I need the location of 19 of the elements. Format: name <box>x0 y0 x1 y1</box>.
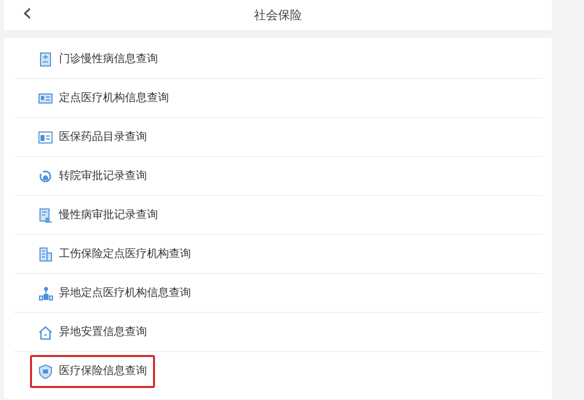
document-icon <box>38 52 53 66</box>
menu-item[interactable]: 转院审批记录查询 <box>30 160 155 192</box>
menu-item[interactable]: 异地安置信息查询 <box>30 316 155 348</box>
refresh-icon <box>38 168 53 184</box>
shield-icon <box>38 364 53 379</box>
menu-item[interactable]: 医保药品目录查询 <box>30 120 155 154</box>
menu-item[interactable]: 医疗保险信息查询 <box>30 355 155 388</box>
menu-item[interactable]: 异地定点医疗机构信息查询 <box>30 276 199 310</box>
building-icon <box>38 246 53 262</box>
back-button[interactable]: ‹ <box>18 0 36 26</box>
menu-item[interactable]: 定点医疗机构信息查询 <box>30 82 177 114</box>
page-title: 社会保险 <box>254 7 302 24</box>
document-icon <box>38 208 53 222</box>
menu-item[interactable]: 门诊慢性病信息查询 <box>30 42 166 76</box>
house-icon <box>38 324 53 340</box>
id-card-icon <box>38 90 53 106</box>
menu-item[interactable]: 工伤保险定点医疗机构查询 <box>30 238 199 270</box>
menu-item[interactable]: 慢性病审批记录查询 <box>30 198 166 232</box>
list-icon <box>38 130 53 144</box>
